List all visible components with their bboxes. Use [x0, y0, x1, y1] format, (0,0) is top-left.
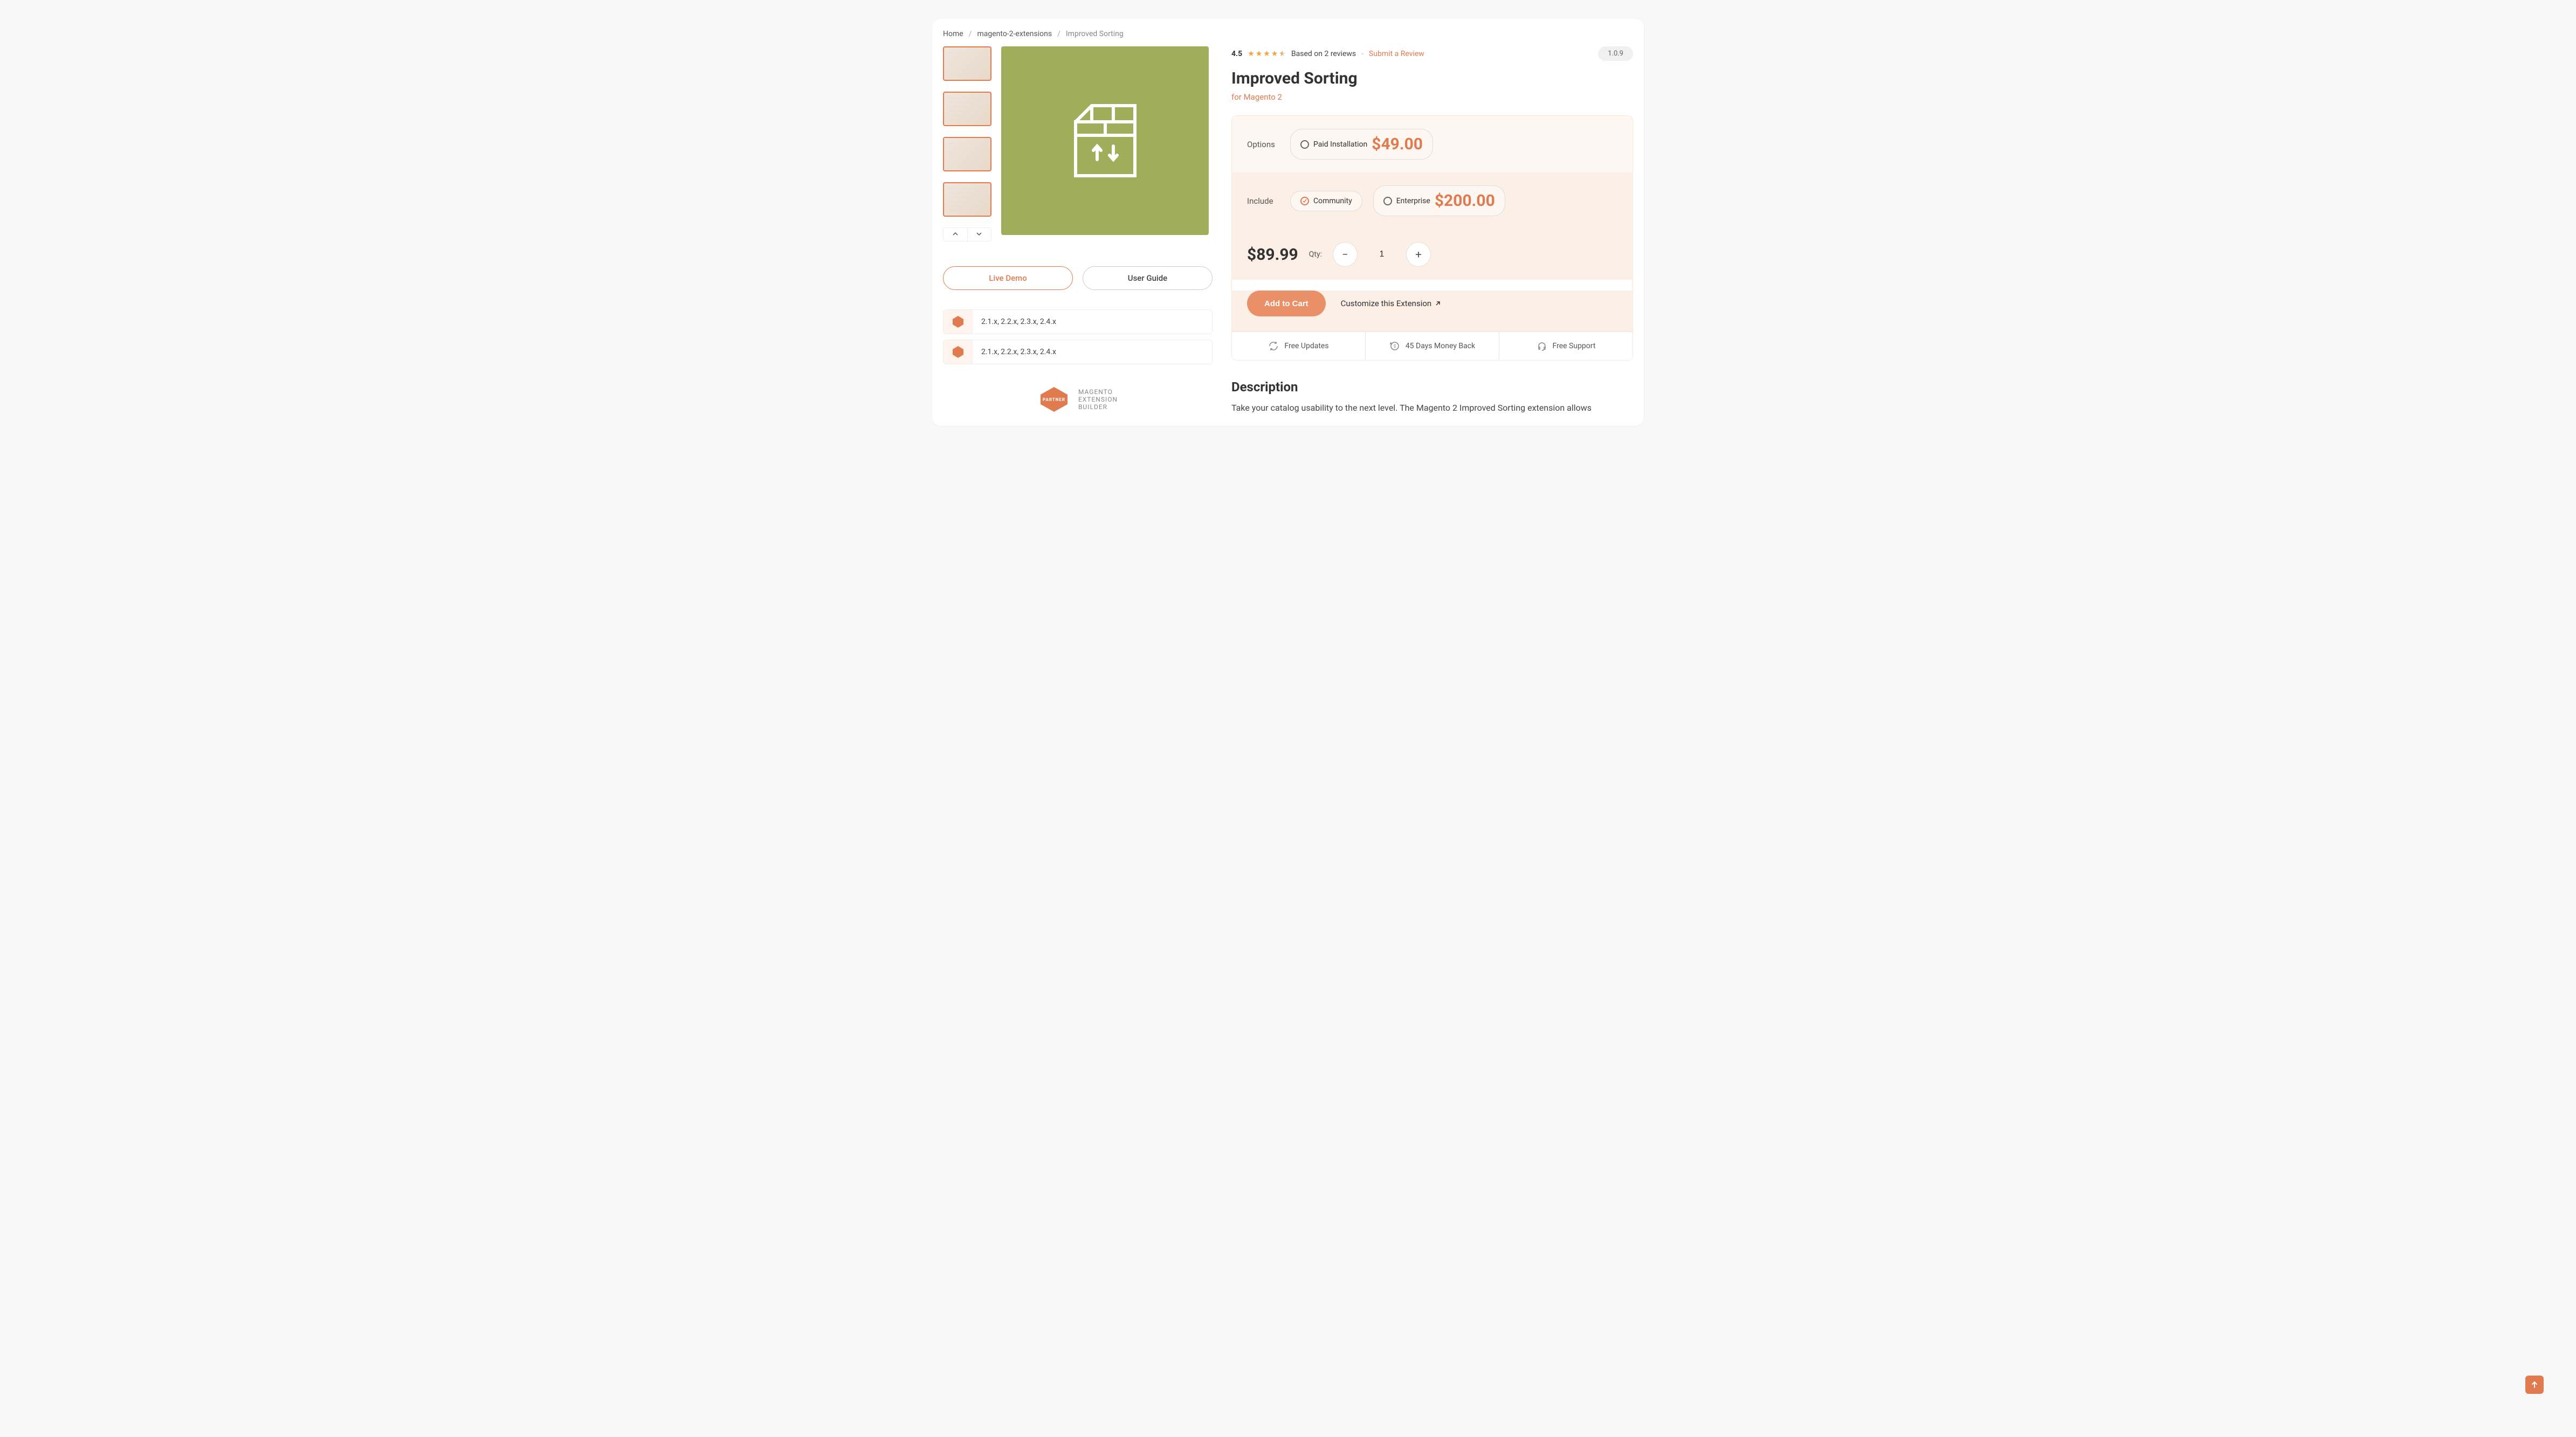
- rating-score: 4.5: [1231, 50, 1242, 58]
- product-subtitle: for Magento 2: [1231, 92, 1633, 102]
- rating-stars: ★ ★ ★ ★ ★★: [1248, 50, 1286, 58]
- user-guide-button[interactable]: User Guide: [1083, 266, 1213, 290]
- breadcrumb-category[interactable]: magento-2-extensions: [977, 30, 1052, 38]
- qty-increase-button[interactable]: +: [1406, 242, 1431, 267]
- customize-link[interactable]: Customize this Extension: [1341, 299, 1442, 308]
- partner-text: MAGENTO: [1078, 388, 1118, 396]
- include-text: Enterprise: [1396, 197, 1430, 205]
- breadcrumb-current: Improved Sorting: [1066, 30, 1124, 38]
- thumbnail-strip: [943, 46, 991, 241]
- compat-text: 2.1.x, 2.2.x, 2.3.x, 2.4.x: [973, 317, 1065, 326]
- perk-support: Free Support: [1499, 332, 1633, 360]
- magento-icon: [943, 340, 973, 364]
- include-label: Include: [1247, 196, 1279, 206]
- breadcrumb-sep: /: [1057, 30, 1060, 38]
- rating-count: Based on 2 reviews: [1291, 50, 1356, 58]
- version-badge: 1.0.9: [1598, 46, 1633, 61]
- gallery-thumb[interactable]: [943, 182, 991, 217]
- qty-decrease-button[interactable]: −: [1333, 242, 1358, 267]
- svg-text:$: $: [1394, 344, 1396, 349]
- submit-review-link[interactable]: Submit a Review: [1369, 50, 1424, 58]
- partner-text: EXTENSION: [1078, 396, 1118, 403]
- description-heading: Description: [1231, 379, 1633, 395]
- customize-text: Customize this Extension: [1341, 299, 1432, 308]
- star-half-icon: ★★: [1279, 50, 1286, 58]
- thumb-next-button[interactable]: [968, 228, 991, 241]
- svg-text:PARTNER: PARTNER: [1043, 397, 1065, 402]
- include-community[interactable]: Community: [1290, 191, 1362, 211]
- star-icon: ★: [1256, 50, 1263, 58]
- product-title: Improved Sorting: [1231, 69, 1633, 88]
- radio-checked-icon: [1300, 197, 1309, 205]
- compat-row: 2.1.x, 2.2.x, 2.3.x, 2.4.x: [943, 309, 1213, 334]
- arrow-up-icon: [2531, 1381, 2538, 1388]
- include-enterprise[interactable]: Enterprise $200.00: [1373, 185, 1505, 216]
- breadcrumb-sep: /: [969, 30, 972, 38]
- partner-badge: PARTNER MAGENTO EXTENSION BUILDER: [943, 386, 1213, 413]
- separator: -: [1361, 50, 1363, 58]
- gallery-thumb[interactable]: [943, 46, 991, 81]
- perk-text: Free Support: [1553, 342, 1596, 350]
- headset-icon: [1537, 341, 1547, 351]
- external-link-icon: [1435, 300, 1441, 307]
- gallery-thumb[interactable]: [943, 137, 991, 171]
- magento-icon: [943, 310, 973, 334]
- gallery-thumb[interactable]: [943, 92, 991, 126]
- package-sort-icon: [1059, 95, 1151, 186]
- compat-row: 2.1.x, 2.2.x, 2.3.x, 2.4.x: [943, 340, 1213, 364]
- perk-updates: Free Updates: [1232, 332, 1365, 360]
- star-icon: ★: [1248, 50, 1255, 58]
- options-label: Options: [1247, 140, 1279, 149]
- breadcrumb: Home / magento-2-extensions / Improved S…: [943, 30, 1633, 38]
- add-to-cart-button[interactable]: Add to Cart: [1247, 291, 1326, 316]
- perk-moneyback: $ 45 Days Money Back: [1365, 332, 1499, 360]
- qty-input[interactable]: [1368, 250, 1395, 259]
- live-demo-button[interactable]: Live Demo: [943, 266, 1073, 290]
- partner-text: BUILDER: [1078, 403, 1118, 411]
- star-icon: ★: [1263, 50, 1270, 58]
- breadcrumb-home[interactable]: Home: [943, 30, 963, 38]
- star-icon: ★: [1271, 50, 1278, 58]
- thumb-prev-button[interactable]: [943, 228, 968, 241]
- option-price: $49.00: [1372, 135, 1423, 154]
- option-paid-installation[interactable]: Paid Installation $49.00: [1290, 129, 1433, 160]
- scroll-to-top-button[interactable]: [2525, 1376, 2544, 1394]
- include-price: $200.00: [1435, 191, 1495, 210]
- perk-text: Free Updates: [1284, 342, 1328, 350]
- moneyback-icon: $: [1389, 341, 1400, 351]
- radio-unchecked-icon: [1383, 197, 1392, 205]
- qty-label: Qty:: [1309, 250, 1322, 259]
- product-card: Home / magento-2-extensions / Improved S…: [932, 19, 1644, 426]
- description-body: Take your catalog usability to the next …: [1231, 401, 1633, 415]
- perk-text: 45 Days Money Back: [1406, 342, 1475, 350]
- option-text: Paid Installation: [1313, 140, 1367, 149]
- radio-unchecked-icon: [1300, 140, 1309, 149]
- thumb-nav: [943, 227, 991, 241]
- chevron-up-icon: [953, 231, 958, 237]
- refresh-icon: [1268, 341, 1279, 351]
- chevron-down-icon: [976, 231, 982, 237]
- gallery-main[interactable]: [1001, 46, 1209, 235]
- product-price: $89.99: [1247, 245, 1298, 264]
- include-text: Community: [1313, 197, 1352, 205]
- compat-text: 2.1.x, 2.2.x, 2.3.x, 2.4.x: [973, 348, 1065, 356]
